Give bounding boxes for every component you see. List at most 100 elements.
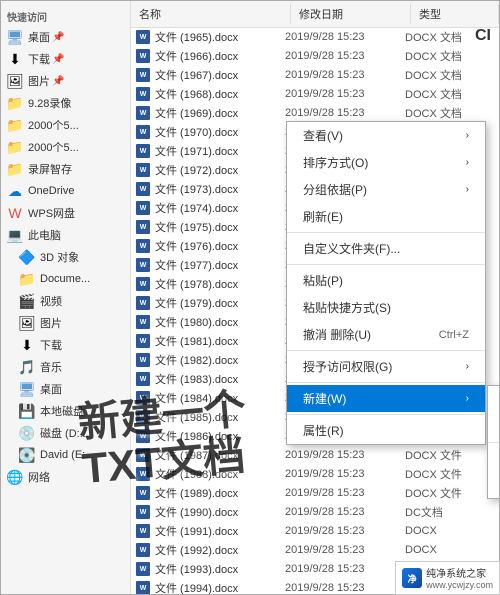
contact-icon: 👤 (498, 477, 499, 493)
table-row[interactable]: W 文件 (1965).docx 2019/9/28 15:23 DOCX 文档 (131, 28, 499, 47)
col-header-date[interactable]: 修改日期 (291, 4, 411, 24)
folder-icon: 📁 (7, 95, 23, 111)
table-row[interactable]: W 文件 (1966).docx 2019/9/28 15:23 DOCX 文档 (131, 47, 499, 66)
sidebar-item-label: 9.28录像 (28, 95, 71, 111)
table-row[interactable]: W 文件 (1989).docx 2019/9/28 15:23 DOCX 文件 (131, 484, 499, 503)
ctx-item-access[interactable]: 授予访问权限(G)› (287, 353, 485, 380)
sidebar-item-documents[interactable]: 📁 Docume... (1, 268, 130, 290)
sidebar-item-2000a[interactable]: 📁 2000个5... (1, 114, 130, 136)
file-icon: W (135, 276, 151, 292)
sidebar-item-network[interactable]: 🌐 网络 (1, 466, 130, 488)
docx-icon: W (136, 277, 150, 291)
file-name: 文件 (1969).docx (155, 105, 285, 121)
ctx-item-undo[interactable]: 撤消 删除(U)Ctrl+Z (287, 321, 485, 348)
sidebar-item-928[interactable]: 📁 9.28录像 (1, 92, 130, 114)
file-icon: W (135, 200, 151, 216)
sidebar-item-screenrec[interactable]: 📁 录屏智存 (1, 158, 130, 180)
sidebar-item-onedrive[interactable]: ☁ OneDrive (1, 180, 130, 202)
file-date: 2019/9/28 15:23 (285, 31, 405, 43)
sidebar-item-downloads[interactable]: ⬇ 下载 📌 (1, 48, 130, 70)
submenu-item-folder[interactable]: 📁文件夹 (488, 386, 499, 413)
table-row[interactable]: W 文件 (1992).docx 2019/9/28 15:23 DOCX (131, 541, 499, 560)
file-date: 2019/9/28 15:23 (285, 544, 405, 556)
file-icon: W (135, 219, 151, 235)
ctx-item-sort[interactable]: 排序方式(O)› (287, 149, 485, 176)
file-type: DOCX 文档 (405, 86, 499, 102)
docx-icon: W (136, 429, 150, 443)
ctx-item-paste_shortcut[interactable]: 粘贴快捷方式(S) (287, 294, 485, 321)
sidebar-item-desktop[interactable]: 🖥 桌面 📌 (1, 26, 130, 48)
col-header-type[interactable]: 类型 (411, 4, 499, 24)
ctx-item-new[interactable]: 新建(W)›📁文件夹🔗快捷方式WMicr...👤联系... (287, 385, 485, 412)
menu-separator (287, 264, 485, 265)
ctx-item-custom_folder[interactable]: 自定义文件夹(F)... (287, 235, 485, 262)
file-date: 2019/9/28 15:23 (285, 582, 405, 594)
docx-icon: W (136, 201, 150, 215)
file-name: 文件 (1983).docx (155, 371, 285, 387)
sidebar-item-localdisk[interactable]: 💾 本地磁盘 (1, 400, 130, 422)
video-icon: 🎬 (19, 293, 35, 309)
table-row[interactable]: W 文件 (1988).docx 2019/9/28 15:23 DOCX 文件 (131, 465, 499, 484)
submenu-item-microsoftword[interactable]: WMicr... (488, 445, 499, 471)
sidebar-item-pictures2[interactable]: 🖼 图片 (1, 312, 130, 334)
sidebar-item-videos[interactable]: 🎬 视频 (1, 290, 130, 312)
file-name: 文件 (1987).docx (155, 447, 285, 463)
ctx-item-properties[interactable]: 属性(R) (287, 417, 485, 444)
table-row[interactable]: W 文件 (1990).docx 2019/9/28 15:23 DC文档 (131, 503, 499, 522)
ctx-item-view[interactable]: 查看(V)› (287, 122, 485, 149)
docx-icon: W (136, 562, 150, 576)
file-name: 文件 (1972).docx (155, 162, 285, 178)
folder-icon: 📁 (19, 271, 35, 287)
table-row[interactable]: W 文件 (1968).docx 2019/9/28 15:23 DOCX 文档 (131, 85, 499, 104)
sidebar-item-diskd[interactable]: 💿 磁盘 (D:... (1, 422, 130, 444)
docx-icon: W (136, 49, 150, 63)
sidebar-item-2000b[interactable]: 📁 2000个5... (1, 136, 130, 158)
docx-icon: W (136, 296, 150, 310)
file-type: DOCX 文档 (405, 67, 499, 83)
ctx-arrow: › (466, 130, 469, 141)
file-icon: W (135, 466, 151, 482)
file-date: 2019/9/28 15:23 (285, 88, 405, 100)
sidebar-item-label: Docume... (40, 273, 90, 285)
word-icon: W (498, 450, 499, 466)
music-icon: 🎵 (19, 359, 35, 375)
sidebar-item-3dobjects[interactable]: 🔷 3D 对象 (1, 246, 130, 268)
submenu-item-contact[interactable]: 👤联系... (488, 471, 499, 498)
submenu-item-shortcut[interactable]: 🔗快捷方式 (488, 413, 499, 440)
download-icon: ⬇ (19, 337, 35, 353)
ctx-arrow: › (466, 157, 469, 168)
sidebar-item-david[interactable]: 💽 David (E:... (1, 444, 130, 466)
ctx-item-group[interactable]: 分组依据(P)› (287, 176, 485, 203)
table-row[interactable]: W 文件 (1987).docx 2019/9/28 15:23 DOCX 文件 (131, 446, 499, 465)
sidebar-item-desktop2[interactable]: 🖥 桌面 (1, 378, 130, 400)
ctx-item-refresh[interactable]: 刷新(E) (287, 203, 485, 230)
sidebar-item-thispc[interactable]: 💻 此电脑 (1, 224, 130, 246)
picture-icon: 🖼 (7, 73, 23, 89)
docx-icon: W (136, 505, 150, 519)
sidebar-item-music[interactable]: 🎵 音乐 (1, 356, 130, 378)
sidebar-item-pictures[interactable]: 🖼 图片 📌 (1, 70, 130, 92)
file-icon: W (135, 29, 151, 45)
ctx-item-paste[interactable]: 粘贴(P) (287, 267, 485, 294)
file-date: 2019/9/28 15:23 (285, 449, 405, 461)
file-name: 文件 (1991).docx (155, 523, 285, 539)
sidebar-item-wps[interactable]: W WPS网盘 (1, 202, 130, 224)
sidebar-item-downloads2[interactable]: ⬇ 下载 (1, 334, 130, 356)
network-icon: 🌐 (7, 469, 23, 485)
col-header-name[interactable]: 名称 (131, 4, 291, 24)
menu-separator (287, 414, 485, 415)
file-date: 2019/9/28 15:23 (285, 487, 405, 499)
ctx-label: 刷新(E) (303, 208, 343, 225)
table-row[interactable]: W 文件 (1967).docx 2019/9/28 15:23 DOCX 文档 (131, 66, 499, 85)
shortcut-icon: 🔗 (498, 419, 499, 435)
file-icon: W (135, 333, 151, 349)
sidebar: 快速访问 🖥 桌面 📌 ⬇ 下载 📌 🖼 图片 📌 📁 9.28录像 📁 200… (1, 1, 131, 594)
file-icon: W (135, 542, 151, 558)
table-row[interactable]: W 文件 (1991).docx 2019/9/28 15:23 DOCX (131, 522, 499, 541)
context-menu: 查看(V)›排序方式(O)›分组依据(P)› 刷新(E) 自定义文件夹(F)... 粘… (286, 121, 486, 445)
file-date: 2019/9/28 15:23 (285, 506, 405, 518)
ctx-label: 自定义文件夹(F)... (303, 240, 400, 257)
main-content: 名称 修改日期 类型 W 文件 (1965).docx 2019/9/28 15… (131, 1, 499, 594)
file-icon: W (135, 86, 151, 102)
ci-badge: CI (475, 27, 491, 45)
